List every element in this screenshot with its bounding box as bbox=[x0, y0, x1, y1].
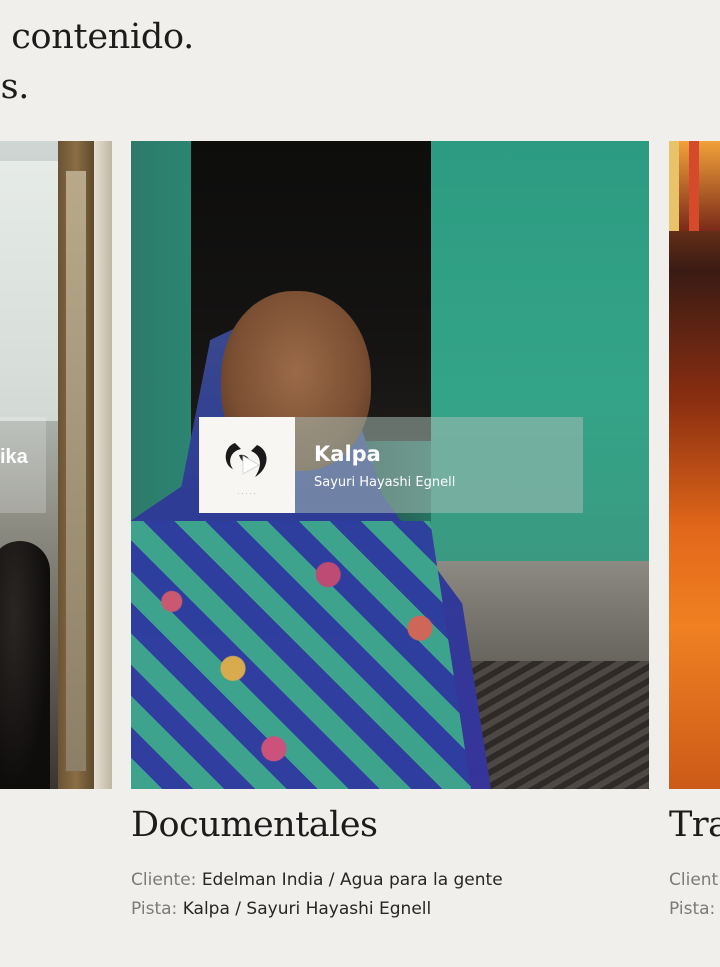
track-value: Kalpa / Sayuri Hayashi Egnell bbox=[182, 899, 432, 919]
project-card-left[interactable]: ika bbox=[0, 141, 112, 789]
card-track-line-right: Pista: bbox=[669, 899, 715, 919]
card-track-line: Pista: Kalpa / Sayuri Hayashi Egnell bbox=[131, 899, 431, 919]
track-artist: Sayuri Hayashi Egnell bbox=[314, 475, 456, 490]
headline-line-2: as. bbox=[0, 67, 30, 107]
project-card-right[interactable] bbox=[669, 141, 720, 789]
play-icon[interactable] bbox=[234, 450, 264, 480]
audio-player-overlay-left[interactable]: ika bbox=[0, 417, 46, 513]
client-value: Edelman India / Agua para la gente bbox=[201, 870, 503, 890]
track-title: ika bbox=[0, 446, 28, 468]
right-card-text: Tra Client Pista: bbox=[669, 790, 720, 967]
client-label-right: Client bbox=[669, 870, 719, 890]
card-client-line-right: Client bbox=[669, 870, 718, 890]
section-headline: e contenido. as. bbox=[0, 12, 194, 112]
audio-player-overlay[interactable]: · · · · · Kalpa Sayuri Hayashi Egnell bbox=[199, 417, 583, 513]
project-card-documentales[interactable]: · · · · · Kalpa Sayuri Hayashi Egnell bbox=[131, 141, 649, 789]
track-title: Kalpa bbox=[314, 442, 381, 466]
track-label-right: Pista: bbox=[669, 899, 716, 919]
card-category-title-right[interactable]: Tra bbox=[669, 805, 720, 845]
track-label: Pista: bbox=[131, 899, 178, 919]
card-client-line: Cliente: Edelman India / Agua para la ge… bbox=[131, 870, 503, 890]
album-caption: · · · · · bbox=[237, 491, 257, 497]
card-category-title[interactable]: Documentales bbox=[131, 805, 378, 845]
album-cover[interactable]: · · · · · bbox=[199, 417, 295, 513]
card-thumbnail-right bbox=[669, 141, 720, 789]
headline-line-1: e contenido. bbox=[0, 17, 194, 57]
client-label: Cliente: bbox=[131, 870, 197, 890]
